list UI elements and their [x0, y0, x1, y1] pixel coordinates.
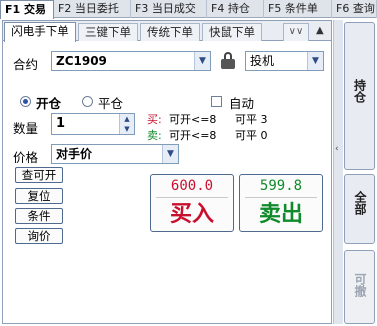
- hedge-select[interactable]: 投机 ▼: [245, 51, 324, 71]
- positions-button[interactable]: 持仓: [344, 22, 375, 170]
- buy-prefix: 买:: [147, 113, 162, 126]
- increment-icon[interactable]: ▲: [120, 114, 134, 124]
- open-label: 开仓: [36, 96, 62, 111]
- tab-query[interactable]: F6 查询: [332, 0, 377, 18]
- chevron-left-icon[interactable]: ‹: [335, 144, 339, 154]
- open-radio[interactable]: [20, 96, 31, 107]
- sell-button[interactable]: 599.8 卖出: [239, 174, 323, 232]
- sell-can-open: 可开<=8: [169, 129, 217, 142]
- lock-icon[interactable]: [221, 52, 235, 70]
- contract-select[interactable]: ZC1909 ▼: [51, 51, 211, 71]
- tab-today-orders[interactable]: F2 当日委托: [54, 0, 131, 18]
- reset-button[interactable]: 复位: [15, 188, 63, 204]
- buy-price: 600.0: [170, 178, 214, 194]
- buy-can-open: 可开<=8: [169, 113, 217, 126]
- decrement-icon[interactable]: ▼: [120, 124, 134, 134]
- quantity-stepper[interactable]: 1 ▲ ▼: [51, 113, 135, 135]
- tab-today-trades[interactable]: F3 当日成交: [131, 0, 207, 18]
- conditional-button[interactable]: 条件: [15, 208, 63, 224]
- chevron-down-icon[interactable]: ▼: [162, 145, 178, 163]
- query-available-button[interactable]: 查可开: [15, 167, 63, 183]
- hedge-value: 投机: [250, 54, 275, 68]
- quantity-label: 数量: [13, 121, 39, 136]
- side-collapse-handle[interactable]: ‹: [333, 20, 343, 324]
- tab-positions[interactable]: F4 持仓: [207, 0, 264, 18]
- price-label: 价格: [13, 150, 39, 165]
- auto-checkbox[interactable]: [211, 96, 222, 107]
- chevron-down-icon[interactable]: ∨∨: [283, 23, 309, 41]
- sell-can-close: 可平 0: [235, 129, 268, 142]
- sell-price: 599.8: [259, 178, 303, 194]
- contract-label: 合约: [13, 57, 39, 72]
- inquiry-button[interactable]: 询价: [15, 228, 63, 244]
- all-button-label: 全部: [353, 191, 367, 215]
- tab-trade[interactable]: F1 交易: [0, 0, 54, 19]
- cancelable-button[interactable]: 可撤: [344, 250, 375, 324]
- close-label: 平仓: [98, 96, 124, 111]
- buy-button[interactable]: 600.0 买入: [150, 174, 234, 232]
- tab-flash-order[interactable]: 闪电手下单: [4, 22, 76, 42]
- contract-value: ZC1909: [56, 54, 107, 68]
- tab-classic-order[interactable]: 传统下单: [140, 23, 200, 41]
- collapse-up-icon[interactable]: ▲: [316, 25, 324, 36]
- buy-label: 买入: [169, 202, 214, 227]
- auto-label: 自动: [229, 96, 255, 111]
- positions-button-label: 持仓: [352, 79, 367, 103]
- close-radio[interactable]: [82, 96, 93, 107]
- price-select[interactable]: 对手价 ▼: [51, 144, 179, 164]
- tab-quick-mouse-order[interactable]: 快鼠下单: [202, 23, 262, 41]
- tab-three-key-order[interactable]: 三键下单: [78, 23, 138, 41]
- price-value: 对手价: [56, 147, 93, 161]
- all-button[interactable]: 全部: [344, 174, 375, 244]
- tab-conditional-orders[interactable]: F5 条件单: [264, 0, 332, 18]
- function-tabbar: F1 交易 F2 当日委托 F3 当日成交 F4 持仓 F5 条件单 F6 查询: [0, 0, 377, 19]
- sell-prefix: 卖:: [147, 129, 162, 142]
- order-panel: 闪电手下单 三键下单 传统下单 快鼠下单 ∨∨ ▲ 合约 ZC1909 ▼ 投机…: [2, 20, 332, 324]
- sell-label: 卖出: [258, 202, 303, 227]
- quantity-value: 1: [56, 116, 66, 131]
- order-mode-tabbar: 闪电手下单 三键下单 传统下单 快鼠下单 ∨∨ ▲: [3, 21, 331, 42]
- chevron-down-icon[interactable]: ▼: [307, 52, 323, 70]
- cancelable-button-label: 可撤: [353, 273, 367, 297]
- chevron-down-icon[interactable]: ▼: [194, 52, 210, 70]
- buy-can-close: 可平 3: [235, 113, 268, 126]
